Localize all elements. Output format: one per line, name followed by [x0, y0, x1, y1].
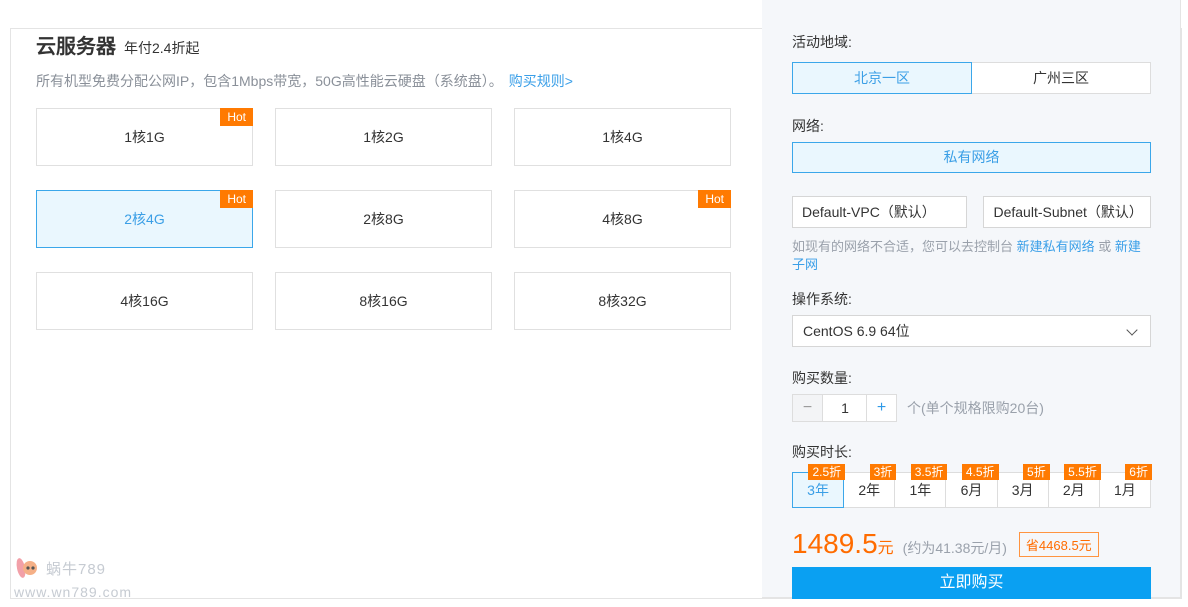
config-panel: 活动地域: 北京一区 广州三区 网络: 私有网络 Default-VPC（默认）… [762, 0, 1181, 598]
price-amount: 1489.5 [792, 529, 878, 559]
watermark: 蜗牛789 www.wn789.com [14, 556, 132, 600]
spec-label: 1核2G [363, 127, 403, 147]
price-row: 1489.5 元 (约为41.38元/月) 省4468.5元 [792, 529, 1151, 559]
spec-option-2c4g[interactable]: 2核4G Hot [36, 190, 253, 248]
duration-bar: 3年 2.5折 2年 3折 1年 3.5折 6月 4.5折 3月 5折 2月 5… [792, 472, 1151, 508]
duration-option-label: 2月 [1063, 482, 1085, 498]
page-title: 云服务器 [36, 30, 116, 59]
spec-option-1c1g[interactable]: 1核1G Hot [36, 108, 253, 166]
region-label: 活动地域: [792, 32, 1151, 52]
quantity-hint: 个(单个规格限购20台) [907, 398, 1044, 418]
hot-badge: Hot [220, 108, 253, 126]
spec-label: 8核16G [359, 291, 407, 311]
savings-badge: 省4468.5元 [1019, 532, 1099, 557]
os-select[interactable]: CentOS 6.9 64位 [792, 315, 1151, 347]
duration-option-3m[interactable]: 3月 5折 [997, 472, 1049, 508]
spec-label: 4核16G [120, 291, 168, 311]
watermark-url: www.wn789.com [14, 584, 132, 600]
spec-option-8c16g[interactable]: 8核16G [275, 272, 492, 330]
discount-badge: 2.5折 [808, 464, 845, 480]
region-tabs: 北京一区 广州三区 [792, 62, 1151, 94]
network-note-text: 如现有的网络不合适，您可以去控制台 [792, 239, 1017, 254]
snail-logo-icon [14, 556, 40, 580]
duration-option-label: 1年 [909, 482, 931, 498]
spec-label: 8核32G [598, 291, 646, 311]
duration-option-1m[interactable]: 1月 6折 [1099, 472, 1151, 508]
network-label: 网络: [792, 116, 1151, 136]
duration-option-label: 1月 [1114, 482, 1136, 498]
vpc-select[interactable]: Default-VPC（默认） [792, 196, 967, 228]
subnet-select[interactable]: Default-Subnet（默认） [983, 196, 1151, 228]
vpc-row: Default-VPC（默认） Default-Subnet（默认） [792, 196, 1151, 228]
spec-label: 2核8G [363, 209, 403, 229]
private-network-button[interactable]: 私有网络 [792, 142, 1151, 173]
region-tab-guangzhou[interactable]: 广州三区 [971, 62, 1151, 94]
spec-option-4c8g[interactable]: 4核8G Hot [514, 190, 731, 248]
duration-option-label: 2年 [858, 482, 880, 498]
price-unit: 元 [878, 534, 894, 558]
duration-option-label: 3月 [1012, 482, 1034, 498]
region-tab-beijing[interactable]: 北京一区 [792, 62, 972, 94]
duration-option-label: 3年 [807, 482, 829, 498]
quantity-input[interactable]: 1 [823, 394, 867, 422]
quantity-plus-button[interactable]: + [866, 394, 897, 422]
duration-option-2m[interactable]: 2月 5.5折 [1048, 472, 1100, 508]
discount-badge: 3折 [870, 464, 897, 480]
hot-badge: Hot [698, 190, 731, 208]
product-description: 所有机型免费分配公网IP，包含1Mbps带宽，50G高性能云硬盘（系统盘）。 [36, 73, 503, 89]
spec-label: 1核1G [124, 127, 164, 147]
discount-badge: 5折 [1023, 464, 1050, 480]
purchase-rules-link[interactable]: 购买规则> [509, 73, 573, 89]
hot-badge: Hot [220, 190, 253, 208]
discount-badge: 4.5折 [962, 464, 999, 480]
spec-option-2c8g[interactable]: 2核8G [275, 190, 492, 248]
spec-grid: 1核1G Hot 1核2G 1核4G 2核4G Hot 2核8G 4核8G Ho… [36, 108, 738, 330]
duration-option-1y[interactable]: 1年 3.5折 [894, 472, 946, 508]
spec-option-1c4g[interactable]: 1核4G [514, 108, 731, 166]
spec-option-1c2g[interactable]: 1核2G [275, 108, 492, 166]
discount-badge: 3.5折 [911, 464, 948, 480]
watermark-name: 蜗牛789 [46, 558, 106, 579]
quantity-label: 购买数量: [792, 368, 1151, 388]
duration-option-6m[interactable]: 6月 4.5折 [945, 472, 997, 508]
discount-badge: 5.5折 [1064, 464, 1101, 480]
new-vpc-link[interactable]: 新建私有网络 [1017, 239, 1095, 254]
price-monthly: (约为41.38元/月) [903, 538, 1007, 558]
spec-label: 2核4G [124, 209, 164, 229]
network-note: 如现有的网络不合适，您可以去控制台 新建私有网络 或 新建子网 [792, 238, 1151, 274]
duration-option-label: 6月 [961, 482, 983, 498]
os-selected-value: CentOS 6.9 64位 [803, 323, 910, 339]
chevron-down-icon [1126, 324, 1137, 335]
buy-now-button[interactable]: 立即购买 [792, 567, 1151, 599]
spec-option-4c16g[interactable]: 4核16G [36, 272, 253, 330]
quantity-minus-button[interactable]: − [792, 394, 823, 422]
header-section: 云服务器 年付2.4折起 所有机型免费分配公网IP，包含1Mbps带宽，50G高… [36, 30, 738, 91]
network-note-or: 或 [1095, 239, 1115, 254]
quantity-stepper: − 1 + 个(单个规格限购20台) [792, 394, 1151, 422]
duration-label: 购买时长: [792, 442, 1151, 462]
spec-option-8c32g[interactable]: 8核32G [514, 272, 731, 330]
duration-option-3y[interactable]: 3年 2.5折 [792, 472, 844, 508]
spec-label: 4核8G [602, 209, 642, 229]
duration-option-2y[interactable]: 2年 3折 [843, 472, 895, 508]
page-subtitle: 年付2.4折起 [124, 38, 199, 58]
spec-label: 1核4G [602, 127, 642, 147]
discount-badge: 6折 [1125, 464, 1152, 480]
os-label: 操作系统: [792, 289, 1151, 309]
